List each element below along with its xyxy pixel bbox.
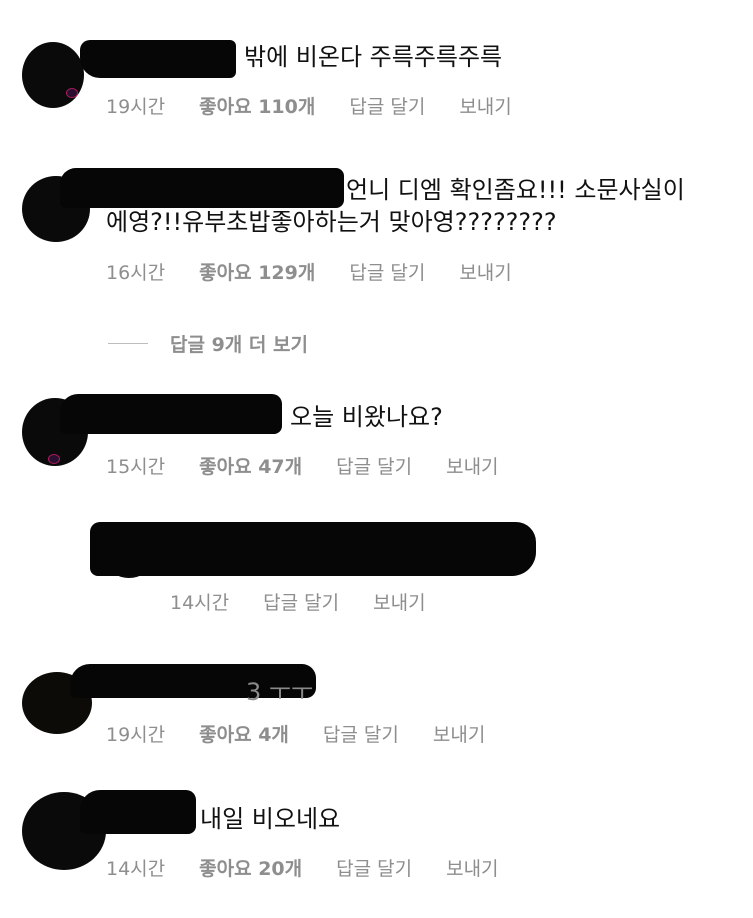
redacted-username <box>80 790 196 834</box>
send-button[interactable]: 보내기 <box>446 854 498 881</box>
reply-button[interactable]: 답글 달기 <box>336 854 412 881</box>
comment-item: 내일 비오네요 14시간 좋아요 20개 답글 달기 보내기 <box>0 0 753 918</box>
comment-meta: 14시간 좋아요 20개 답글 달기 보내기 <box>106 854 533 881</box>
comment-text: 내일 비오네요 <box>200 805 341 833</box>
comment-time: 14시간 <box>106 858 166 880</box>
likes-count[interactable]: 좋아요 20개 <box>199 854 302 881</box>
